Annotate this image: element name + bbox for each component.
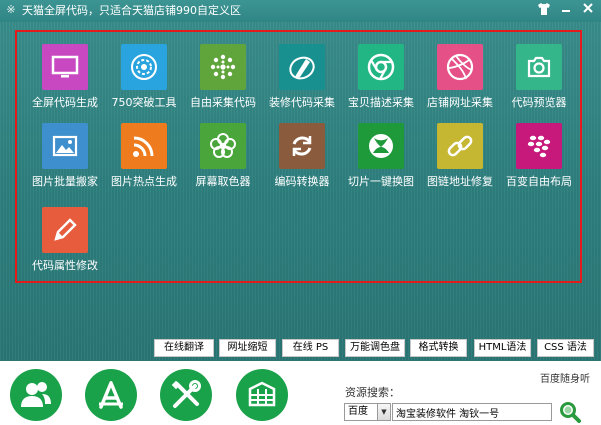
tool-tile — [42, 123, 88, 169]
picture-icon — [52, 135, 78, 157]
minimize-icon[interactable] — [558, 2, 574, 18]
tool-fullscreen-code[interactable]: 全屏代码生成 — [25, 44, 105, 116]
baidu-music-link[interactable]: 百度随身听 — [540, 370, 590, 385]
tool-label: 代码属性修改 — [32, 259, 98, 272]
color-palette-button[interactable]: 万能调色盘 — [345, 339, 405, 357]
css-syntax-button[interactable]: CSS 语法 — [537, 339, 594, 357]
window-title: 天猫全屏代码，只适合天猫店铺990自定义区 — [22, 4, 241, 17]
tool-item-desc-collect[interactable]: 宝贝描述采集 — [341, 44, 421, 116]
search-engine-value: 百度 — [348, 406, 368, 417]
html-syntax-button[interactable]: HTML语法 — [474, 339, 531, 357]
tool-tile — [200, 44, 246, 90]
tool-tile — [279, 44, 325, 90]
chevron-down-icon[interactable]: ▼ — [377, 404, 390, 420]
format-convert-button[interactable]: 格式转换 — [410, 339, 467, 357]
title-bar[interactable]: ※ 天猫全屏代码，只适合天猫店铺990自定义区 — [0, 0, 601, 22]
app-store-icon[interactable] — [85, 369, 137, 421]
app-logo-icon: ※ — [6, 3, 16, 16]
lens-circle-icon — [131, 54, 157, 80]
xbox-icon — [369, 134, 393, 158]
tool-link-repair[interactable]: 图链地址修复 — [420, 123, 500, 195]
magnifier-icon[interactable] — [558, 401, 582, 423]
tool-batch-image-move[interactable]: 图片批量搬家 — [25, 123, 105, 195]
tool-shop-url-collect[interactable]: 店铺网址采集 — [420, 44, 500, 116]
users-icon[interactable] — [10, 369, 62, 421]
monitor-icon — [51, 55, 79, 78]
bottom-panel: 百度随身听 资源搜索： 百度 ▼ — [0, 361, 601, 425]
cabinet-icon[interactable] — [236, 369, 288, 421]
tool-tile — [279, 123, 325, 169]
chain-link-icon — [447, 135, 473, 157]
blackberry-icon — [527, 135, 551, 158]
online-translate-button[interactable]: 在线翻译 — [154, 339, 214, 357]
tool-tile — [42, 44, 88, 90]
tool-label: 代码预览器 — [511, 96, 567, 109]
pencil-icon — [54, 218, 77, 241]
tool-750-breakthrough[interactable]: 750突破工具 — [104, 44, 184, 116]
flower-icon — [210, 133, 236, 158]
tool-code-attr-edit[interactable]: 代码属性修改 — [25, 207, 105, 279]
pen-swirl-icon — [289, 56, 315, 80]
tool-tile — [42, 207, 88, 253]
tool-code-preview[interactable]: 代码预览器 — [499, 44, 579, 116]
url-shorten-button[interactable]: 网址缩短 — [219, 339, 276, 357]
tool-tile — [516, 44, 562, 90]
tool-tile — [200, 123, 246, 169]
dots-ring-icon — [210, 54, 236, 80]
tool-slice-swap[interactable]: 切片一键换图 — [341, 123, 421, 195]
chrome-icon — [367, 53, 395, 81]
tool-label: 百变自由布局 — [506, 175, 572, 188]
resource-search-label: 资源搜索： — [345, 386, 400, 399]
tool-color-picker[interactable]: 屏幕取色器 — [183, 123, 263, 195]
camera-icon — [527, 56, 551, 78]
refresh-icon — [292, 136, 312, 156]
close-icon[interactable] — [580, 2, 596, 18]
rss-icon — [133, 136, 154, 157]
tool-encoding-converter[interactable]: 编码转换器 — [262, 123, 342, 195]
tool-free-layout[interactable]: 百变自由布局 — [499, 123, 579, 195]
tool-tile — [358, 44, 404, 90]
tool-free-collect[interactable]: 自由采集代码 — [183, 44, 263, 116]
tool-decor-collect[interactable]: 装修代码采集 — [262, 44, 342, 116]
search-engine-select[interactable]: 百度 ▼ — [344, 403, 391, 421]
tool-tile — [358, 123, 404, 169]
tool-tile — [516, 123, 562, 169]
online-ps-button[interactable]: 在线 PS — [282, 339, 339, 357]
tool-tile — [121, 123, 167, 169]
tools-icon[interactable] — [160, 369, 212, 421]
tool-tile — [437, 44, 483, 90]
shirt-icon[interactable] — [536, 2, 552, 18]
tool-image-hotspot[interactable]: 图片热点生成 — [104, 123, 184, 195]
dribbble-icon — [446, 53, 474, 81]
resource-search-input[interactable] — [392, 403, 552, 421]
tool-tile — [437, 123, 483, 169]
tool-tile — [121, 44, 167, 90]
